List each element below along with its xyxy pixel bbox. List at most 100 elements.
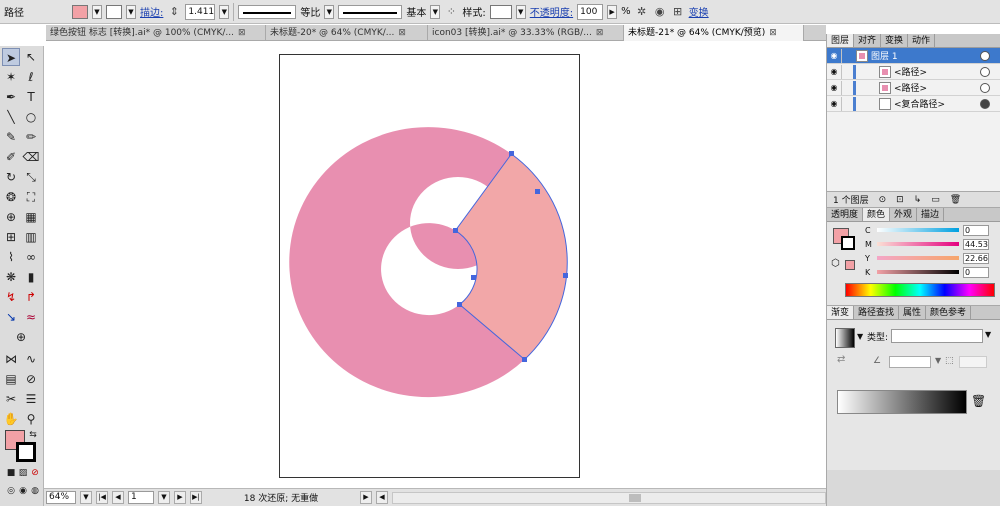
- graphic-style-icon[interactable]: ◉: [653, 5, 667, 19]
- pencil-tool-icon[interactable]: ✏: [22, 128, 40, 146]
- target-icon[interactable]: [980, 98, 990, 109]
- perspective-grid-tool-icon[interactable]: ▦: [22, 208, 40, 226]
- lock-cell[interactable]: [841, 96, 853, 111]
- black-ramp[interactable]: [877, 270, 959, 274]
- pen-tool-icon[interactable]: ✒: [2, 88, 20, 106]
- locate-object-icon[interactable]: ⊙: [879, 195, 887, 205]
- brush-dropdown-icon[interactable]: ▼: [430, 4, 441, 19]
- close-icon[interactable]: ⊠: [769, 25, 777, 41]
- stepper-icon[interactable]: ⇕: [167, 5, 181, 19]
- black-value[interactable]: 0: [963, 266, 989, 278]
- gradient-thumbnail[interactable]: [835, 328, 855, 348]
- artboard-tool-icon[interactable]: ⋈: [2, 350, 20, 368]
- make-clip-mask-icon[interactable]: ⊡: [896, 195, 904, 205]
- gamut-swatch[interactable]: [845, 260, 855, 270]
- angle-input[interactable]: [889, 356, 931, 368]
- fill-swatch[interactable]: [72, 4, 88, 19]
- swap-colors-icon[interactable]: ⇆: [24, 426, 42, 444]
- artboard-field[interactable]: 1: [128, 491, 154, 504]
- tab-stroke[interactable]: 描边: [917, 208, 945, 221]
- scale-tool-icon[interactable]: ⤡: [22, 168, 40, 186]
- gradient-type-select[interactable]: [891, 329, 983, 343]
- symbol-sprayer-tool-icon[interactable]: ❋: [2, 268, 20, 286]
- next-artboard-icon[interactable]: ▶: [174, 491, 186, 504]
- layer-row[interactable]: ◉ 图层 1: [827, 48, 1000, 64]
- weight-dropdown-icon[interactable]: ▼: [219, 4, 230, 19]
- graph-tool-icon[interactable]: ▮: [22, 268, 40, 286]
- reshape-tool-icon[interactable]: ≈: [22, 308, 40, 326]
- tab-transform[interactable]: 变换: [881, 34, 909, 47]
- draw-inside-icon[interactable]: ◍: [26, 482, 44, 500]
- scissors-tool-icon[interactable]: ✂: [2, 390, 20, 408]
- yellow-ramp[interactable]: [877, 256, 959, 260]
- tab-appearance[interactable]: 外观: [890, 208, 918, 221]
- close-icon[interactable]: ⊠: [238, 25, 246, 41]
- layer-row[interactable]: ◉ <路径>: [827, 64, 1000, 80]
- type-tool-icon[interactable]: T: [22, 88, 40, 106]
- shape-builder-tool-icon[interactable]: ⊕: [2, 208, 20, 226]
- zoom-field[interactable]: 64%: [46, 491, 76, 504]
- cyan-value[interactable]: 0: [963, 224, 989, 236]
- magenta-ramp[interactable]: [877, 242, 959, 246]
- crosshair-tool-icon[interactable]: ⊕: [12, 328, 30, 346]
- zoom-dropdown-icon[interactable]: ▼: [80, 491, 92, 504]
- style-dropdown-icon[interactable]: ▼: [515, 4, 526, 19]
- layer-name[interactable]: <路径>: [894, 81, 927, 94]
- lock-cell[interactable]: [841, 80, 853, 95]
- lock-cell[interactable]: [841, 48, 853, 63]
- selection-tool-icon[interactable]: ➤: [2, 48, 20, 66]
- magic-wand-tool-icon[interactable]: ✶: [2, 68, 20, 86]
- paintbrush-tool-icon[interactable]: ✎: [2, 128, 20, 146]
- lasso-tool-icon[interactable]: ℓ: [22, 68, 40, 86]
- yellow-value[interactable]: 22.66: [963, 252, 989, 264]
- direct-selection-tool-icon[interactable]: ↖: [22, 48, 40, 66]
- stroke-dropdown-icon[interactable]: ▼: [126, 4, 136, 19]
- tab-attributes[interactable]: 属性: [899, 306, 927, 319]
- color-spectrum[interactable]: [845, 283, 995, 297]
- first-artboard-icon[interactable]: |◀: [96, 491, 108, 504]
- gradient-ramp[interactable]: [837, 390, 967, 414]
- artboard[interactable]: [279, 54, 580, 478]
- rotate-tool-icon[interactable]: ↻: [2, 168, 20, 186]
- delete-layer-icon[interactable]: 🗑: [950, 195, 961, 205]
- knife-tool-icon[interactable]: ☰: [22, 390, 40, 408]
- eraser-tool-icon[interactable]: ⌫: [22, 148, 40, 166]
- yellow-slider[interactable]: Y 22.66: [865, 252, 995, 264]
- tab-color-guide[interactable]: 颜色参考: [926, 306, 972, 319]
- cyan-slider[interactable]: C 0: [865, 224, 995, 236]
- slice-tool-icon[interactable]: ∿: [22, 350, 40, 368]
- tab-color[interactable]: 颜色: [863, 208, 891, 221]
- scatter-icon[interactable]: ⁘: [444, 5, 458, 19]
- style-swatch[interactable]: [489, 4, 512, 19]
- recolor-icon[interactable]: ✲: [635, 5, 649, 19]
- tab-document-3[interactable]: icon03 [转换].ai* @ 33.33% (RGB/... ⊠: [428, 25, 624, 41]
- panel-stroke-swatch[interactable]: [841, 236, 855, 250]
- opacity-dropdown-icon[interactable]: ▶: [607, 4, 618, 19]
- layer-row[interactable]: ◉ <复合路径>: [827, 96, 1000, 112]
- curvature-tool-icon[interactable]: ↱: [22, 288, 40, 306]
- close-icon[interactable]: ⊠: [398, 25, 406, 41]
- profile-dropdown-icon[interactable]: ▼: [324, 4, 335, 19]
- tab-document-4[interactable]: 未标题-21* @ 64% (CMYK/预览) ⊠: [624, 25, 804, 41]
- status-menu-icon[interactable]: ▶: [360, 491, 372, 504]
- stroke-swatch[interactable]: [106, 4, 122, 19]
- target-icon[interactable]: [980, 66, 990, 77]
- hand-tool-icon[interactable]: ✋: [2, 410, 20, 428]
- aspect-input[interactable]: [959, 356, 987, 368]
- width-tool-icon[interactable]: ↘: [2, 308, 20, 326]
- cyan-ramp[interactable]: [877, 228, 959, 232]
- scroll-thumb[interactable]: [629, 493, 641, 502]
- last-artboard-icon[interactable]: ▶|: [190, 491, 202, 504]
- blob-brush-tool-icon[interactable]: ✐: [2, 148, 20, 166]
- magenta-slider[interactable]: M 44.53: [865, 238, 995, 250]
- angle-dropdown-icon[interactable]: ▼: [935, 356, 941, 365]
- none-mode-icon[interactable]: ⊘: [26, 464, 44, 482]
- magenta-value[interactable]: 44.53: [963, 238, 989, 250]
- fill-dropdown-icon[interactable]: ▼: [92, 4, 102, 19]
- layer-name[interactable]: <复合路径>: [894, 97, 945, 110]
- reverse-gradient-icon[interactable]: ⇄: [837, 354, 845, 365]
- previous-artboard-icon[interactable]: ◀: [112, 491, 124, 504]
- horizontal-scrollbar[interactable]: [392, 491, 826, 504]
- eye-icon[interactable]: ◉: [827, 67, 841, 76]
- tab-document-2[interactable]: 未标题-20* @ 64% (CMYK/... ⊠: [266, 25, 428, 41]
